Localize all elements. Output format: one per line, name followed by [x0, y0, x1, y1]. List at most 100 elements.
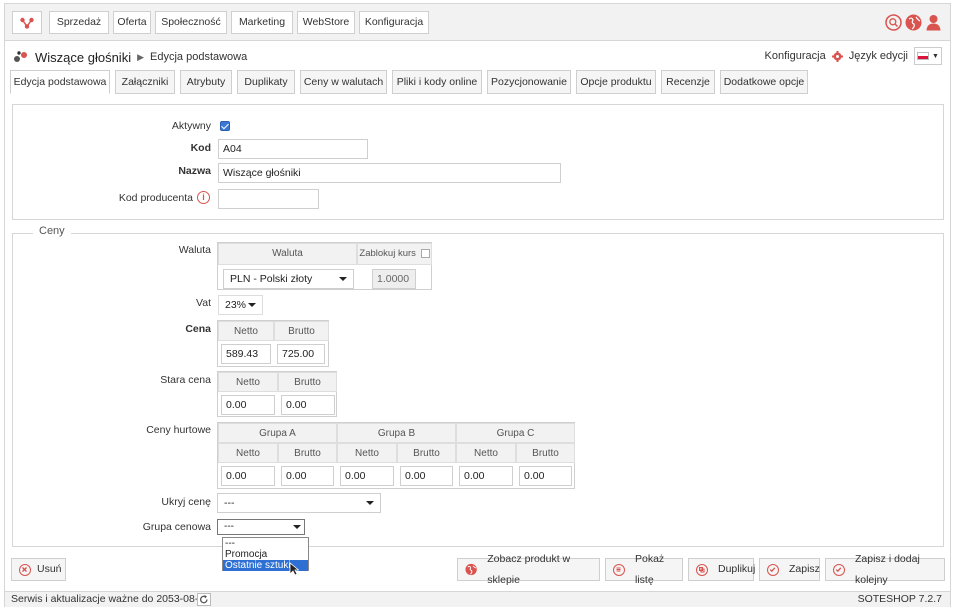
currency-select[interactable]: PLN - Polski złoty	[223, 269, 354, 289]
version-label: SOTESHOP 7.2.7	[857, 593, 942, 605]
delete-label: Usuń	[37, 563, 62, 575]
tab-recenzje[interactable]: Recenzje	[661, 70, 715, 94]
view-in-shop-button[interactable]: Zobacz produkt w sklepie	[457, 553, 600, 586]
tab-atrybuty[interactable]: Atrybuty	[180, 70, 232, 94]
prices-panel: Ceny Waluta Waluta Zablokuj kurs PLN - P…	[12, 225, 944, 547]
delete-button[interactable]: Usuń	[11, 558, 66, 581]
lock-rate-checkbox[interactable]	[420, 248, 430, 258]
active-label: Aktywny	[171, 120, 211, 132]
gear-icon[interactable]	[831, 50, 843, 62]
breadcrumb-arrow-icon: ▶	[137, 51, 145, 62]
tab-ceny-w-walutach[interactable]: Ceny w walutach	[300, 70, 387, 94]
menu-marketing[interactable]: Marketing	[231, 11, 293, 34]
mouse-cursor-icon	[289, 562, 299, 576]
chevron-down-icon: ▼	[932, 52, 939, 60]
name-label: Nazwa	[178, 165, 211, 177]
active-checkbox[interactable]	[220, 121, 230, 131]
top-right-icons	[885, 14, 942, 32]
price-group-option[interactable]: Promocja	[223, 549, 308, 560]
language-select[interactable]: ▼	[914, 47, 942, 65]
code-label: Kod	[190, 142, 211, 154]
price-brutto-input[interactable]: 725.00	[277, 344, 325, 364]
currency-col-header: Waluta	[218, 243, 357, 265]
check-icon	[767, 563, 779, 576]
save-and-add-label: Zapisz i dodaj kolejny	[855, 552, 920, 586]
vat-label: Vat	[196, 297, 211, 309]
breadcrumb: Wiszące głośniki ▶ Edycja podstawowa	[13, 48, 247, 66]
hide-price-select[interactable]: ---	[217, 493, 381, 513]
wholesale-label: Ceny hurtowe	[146, 424, 211, 436]
info-icon[interactable]: i	[197, 191, 210, 204]
name-input[interactable]: Wiszące głośniki	[218, 163, 561, 183]
wb-netto-header: Netto	[337, 443, 397, 463]
duplicate-icon	[696, 563, 708, 576]
status-bar: Serwis i aktualizacje ważne do 2053-08-2…	[5, 591, 950, 607]
duplicate-button[interactable]: Duplikuj	[688, 558, 756, 581]
globe-icon	[465, 563, 477, 576]
wc-brutto-input[interactable]: 0.00	[519, 466, 572, 486]
tab-zalaczniki[interactable]: Załączniki	[115, 70, 175, 94]
vat-select[interactable]: 23%	[218, 295, 263, 315]
view-in-shop-label: Zobacz produkt w sklepie	[487, 552, 571, 586]
price-label: Cena	[185, 323, 211, 335]
menu-konfiguracja[interactable]: Konfiguracja	[359, 11, 429, 34]
group-c-header: Grupa C	[456, 423, 575, 443]
soteshop-logo-icon	[20, 17, 34, 29]
tab-edycja-podstawowa[interactable]: Edycja podstawowa	[10, 70, 110, 94]
lock-rate-header: Zablokuj kurs	[357, 243, 432, 265]
delete-icon	[19, 563, 31, 576]
tab-opcje-produktu[interactable]: Opcje produktu	[576, 70, 656, 94]
wa-netto-input[interactable]: 0.00	[221, 466, 275, 486]
currency-select-value: PLN - Polski złoty	[230, 273, 313, 285]
menu-spolecznosc[interactable]: Społeczność	[155, 11, 227, 34]
menu-sprzedaz[interactable]: Sprzedaż	[49, 11, 109, 34]
wc-netto-header: Netto	[456, 443, 516, 463]
user-icon[interactable]	[925, 14, 942, 31]
old-brutto-input[interactable]: 0.00	[281, 395, 335, 415]
wb-brutto-input[interactable]: 0.00	[400, 466, 453, 486]
currency-label: Waluta	[178, 244, 211, 256]
basic-info-panel: Aktywny Kod A04 Nazwa Wiszące głośniki K…	[12, 104, 944, 220]
currency-box: Waluta Zablokuj kurs PLN - Polski złoty …	[217, 242, 432, 290]
tab-duplikaty[interactable]: Duplikaty	[237, 70, 295, 94]
tab-dodatkowe-opcje[interactable]: Dodatkowe opcje	[720, 70, 808, 94]
tab-pozycjonowanie[interactable]: Pozycjonowanie	[487, 70, 571, 94]
check-icon	[833, 563, 845, 576]
logo-button[interactable]	[12, 11, 42, 34]
show-list-button[interactable]: Pokaż listę	[605, 553, 683, 586]
caret-down-icon	[339, 277, 347, 281]
config-link[interactable]: Konfiguracja	[765, 50, 826, 62]
refresh-button[interactable]	[197, 593, 211, 606]
refresh-icon	[199, 595, 208, 604]
old-brutto-header: Brutto	[278, 372, 337, 392]
globe-icon[interactable]	[905, 14, 922, 31]
wc-netto-input[interactable]: 0.00	[459, 466, 513, 486]
code-input[interactable]: A04	[218, 139, 368, 159]
wa-brutto-header: Brutto	[278, 443, 337, 463]
search-icon[interactable]	[885, 14, 902, 31]
show-list-label: Pokaż listę	[635, 552, 665, 586]
rate-input: 1.0000	[372, 269, 416, 289]
price-group-label: Grupa cenowa	[142, 521, 211, 533]
hide-price-value: ---	[224, 497, 235, 509]
save-button[interactable]: Zapisz	[759, 558, 820, 581]
menu-webstore[interactable]: WebStore	[297, 11, 355, 34]
page-title: Wiszące głośniki	[35, 49, 132, 65]
old-price-label: Stara cena	[160, 374, 211, 386]
price-group-option[interactable]: ---	[223, 538, 308, 549]
price-group-select[interactable]: ---	[217, 519, 305, 535]
wb-brutto-header: Brutto	[397, 443, 456, 463]
price-netto-input[interactable]: 589.43	[221, 344, 271, 364]
wa-brutto-input[interactable]: 0.00	[281, 466, 334, 486]
wholesale-box: Grupa A Grupa B Grupa C Netto Brutto Net…	[217, 422, 575, 489]
wb-netto-input[interactable]: 0.00	[340, 466, 394, 486]
save-and-add-button[interactable]: Zapisz i dodaj kolejny	[825, 553, 945, 586]
price-box: Netto Brutto 589.43 725.00	[217, 320, 329, 367]
tab-pliki-i-kody[interactable]: Pliki i kody online	[392, 70, 482, 94]
producer-code-input[interactable]	[218, 189, 319, 209]
caret-down-icon	[366, 501, 374, 505]
edit-language-label: Język edycji	[848, 50, 908, 62]
menu-oferta[interactable]: Oferta	[113, 11, 151, 34]
old-netto-input[interactable]: 0.00	[221, 395, 275, 415]
duplicate-label: Duplikuj	[718, 563, 756, 575]
